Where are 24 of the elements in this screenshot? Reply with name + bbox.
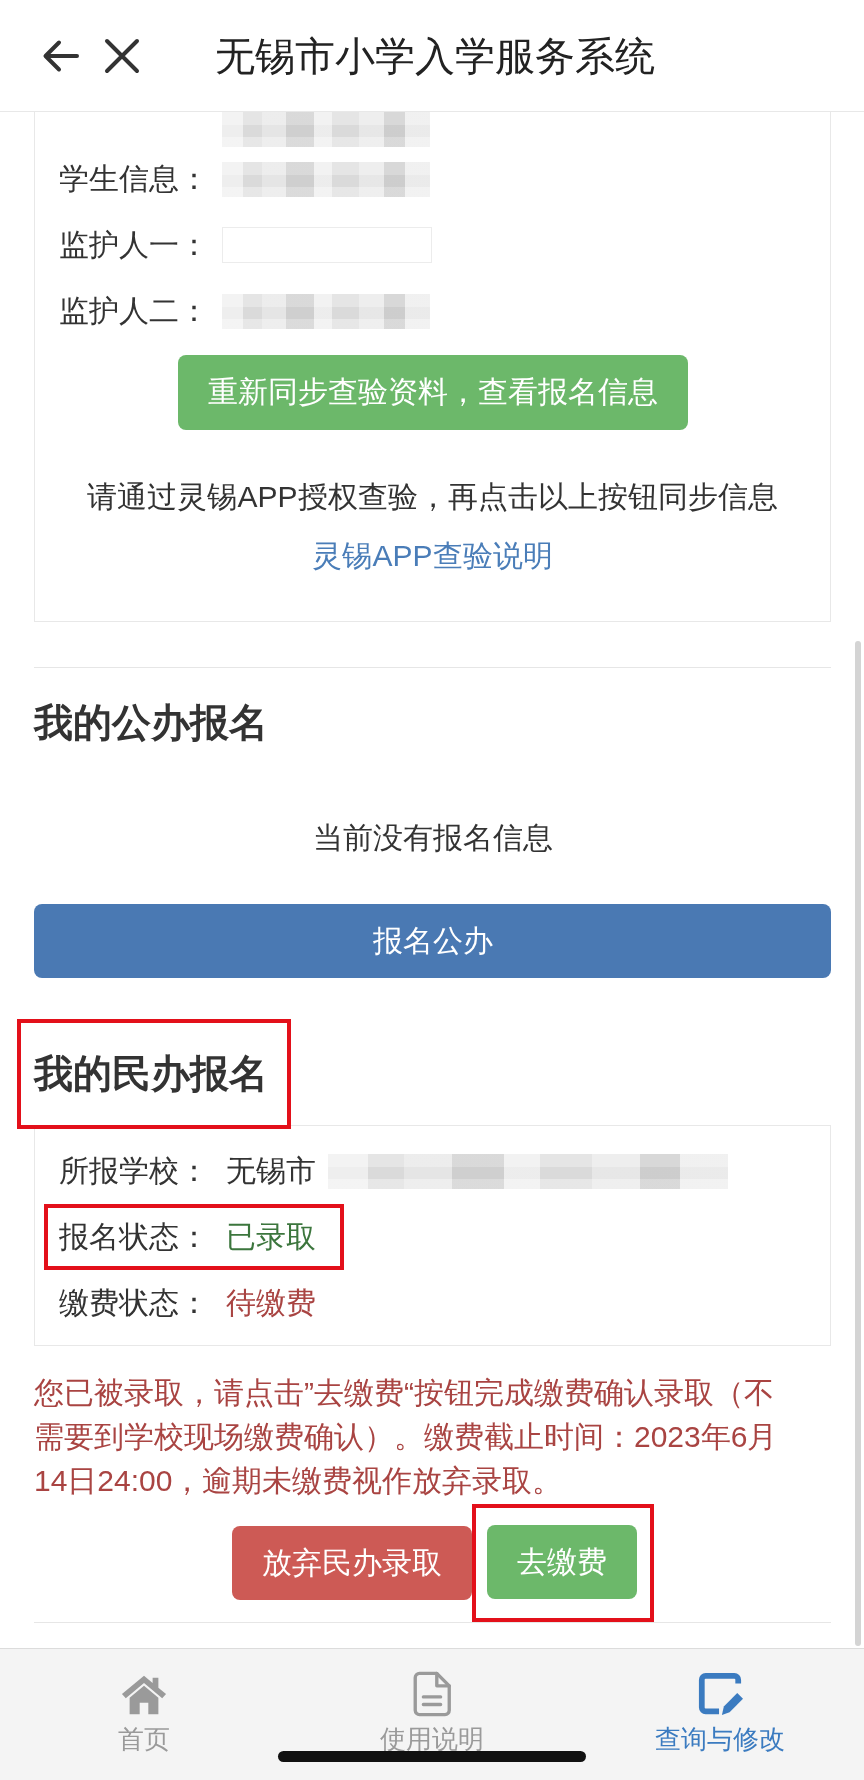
- pencil-square-icon: [697, 1671, 743, 1717]
- field-label: 监护人二：: [59, 293, 210, 329]
- pay-button[interactable]: 去缴费: [486, 1525, 637, 1599]
- empty-message: 当前没有报名信息: [311, 820, 554, 856]
- field-label: 缴费状态：: [59, 1285, 210, 1321]
- tab-bar-item[interactable]: 首页: [0, 1649, 288, 1780]
- section-heading: 我的公办报名: [34, 700, 268, 746]
- sync-button[interactable]: 重新同步查验资料，查看报名信息: [177, 355, 688, 430]
- page-title: 无锡市小学入学服务系统: [215, 32, 655, 80]
- withdraw-button[interactable]: 放弃民办录取: [231, 1526, 472, 1600]
- field-label: 监护人一：: [59, 227, 210, 263]
- field-value: 待缴费: [226, 1285, 316, 1321]
- help-link[interactable]: 灵锡APP查验说明: [312, 534, 553, 578]
- section-heading: 我的民办报名: [34, 1051, 268, 1097]
- field-label: 学生信息：: [59, 161, 210, 197]
- field-label: 所报学校：: [59, 1153, 210, 1189]
- field-value: 无锡市: [226, 1153, 316, 1189]
- field-value: 已录取: [226, 1219, 316, 1255]
- tab-bar-item[interactable]: 使用说明: [288, 1649, 576, 1780]
- field-label: 报名状态：: [59, 1219, 210, 1255]
- apply-button[interactable]: 报名公办: [34, 904, 831, 978]
- tab-bar-item[interactable]: 查询与修改: [576, 1649, 864, 1780]
- instruction-text: 请通过灵锡APP授权查验，再点击以上按钮同步信息: [87, 479, 778, 515]
- notice-text: 您已被录取，请点击”去缴费“按钮完成缴费确认录取（不需要到学校现场缴费确认）。缴费截止时间：2023年6月14日24:00，逾期未缴费视作放弃录取。: [34, 1375, 779, 1499]
